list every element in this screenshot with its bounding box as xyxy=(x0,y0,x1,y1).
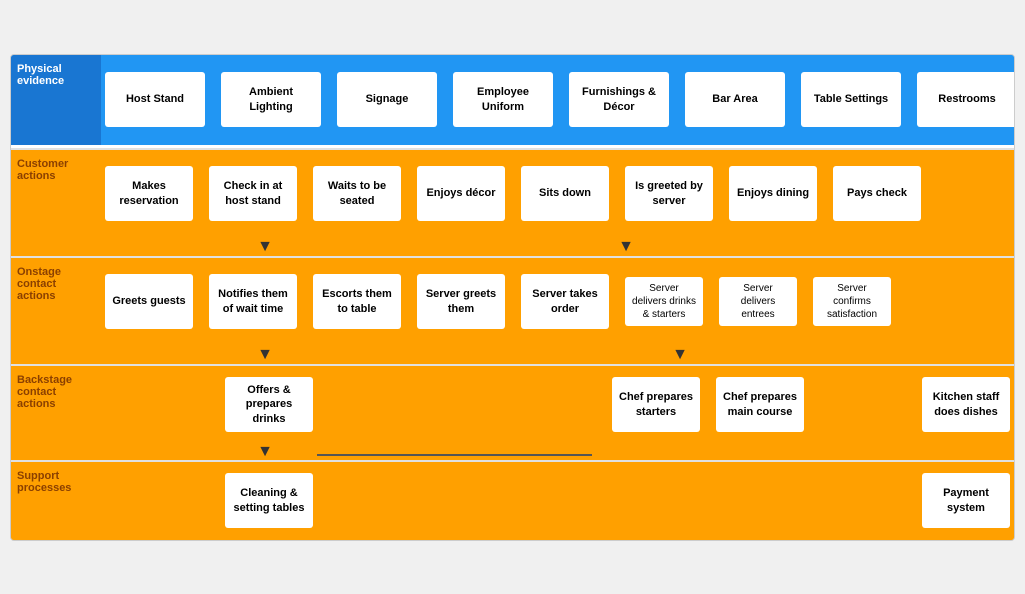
card-greeted-server: Is greeted by server xyxy=(625,166,713,221)
service-blueprint-diagram: Physical evidence Host Stand Ambient Lig… xyxy=(10,54,1015,541)
backstage-content: Offers & prepares drinks Chef prepares s… xyxy=(101,366,1014,444)
support-content: Cleaning & setting tables Payment system xyxy=(101,462,1014,540)
card-chef-main: Chef prepares main course xyxy=(716,377,804,432)
card-payment-system: Payment system xyxy=(922,473,1010,528)
down-arrow-notifies: ▼ xyxy=(257,347,273,363)
customer-actions-row: Customer actions Makes reservation Check… xyxy=(11,148,1014,238)
card-enjoys-decor: Enjoys décor xyxy=(417,166,505,221)
down-arrow-drinks: ▼ xyxy=(257,444,273,460)
arrow-row-1: ▼ ▼ xyxy=(11,238,1014,256)
card-enjoys-dining: Enjoys dining xyxy=(729,166,817,221)
card-table-settings: Table Settings xyxy=(801,72,901,127)
down-arrow-order: ▼ xyxy=(672,347,688,363)
customer-actions-label: Customer actions xyxy=(11,150,101,238)
card-waits-seated: Waits to be seated xyxy=(313,166,401,221)
onstage-content: Greets guests Notifies them of wait time… xyxy=(101,258,1014,346)
onstage-row: Onstage contact actions Greets guests No… xyxy=(11,256,1014,346)
card-server-greets: Server greets them xyxy=(417,274,505,329)
card-escorts-table: Escorts them to table xyxy=(313,274,401,329)
backstage-row: Backstage contact actions Offers & prepa… xyxy=(11,364,1014,444)
physical-evidence-content: Host Stand Ambient Lighting Signage Empl… xyxy=(101,55,1015,145)
support-row: Support processes Cleaning & setting tab… xyxy=(11,460,1014,540)
card-makes-reservation: Makes reservation xyxy=(105,166,193,221)
card-signage: Signage xyxy=(337,72,437,127)
arrow-row-2: ▼ ▼ xyxy=(11,346,1014,364)
card-restrooms: Restrooms xyxy=(917,72,1015,127)
h-connector-line xyxy=(317,454,592,456)
card-notifies-wait: Notifies them of wait time xyxy=(209,274,297,329)
down-arrow-checkin: ▼ xyxy=(257,239,273,255)
card-bar-area: Bar Area xyxy=(685,72,785,127)
card-pays-check: Pays check xyxy=(833,166,921,221)
card-cleaning-tables: Cleaning & setting tables xyxy=(225,473,313,528)
support-label: Support processes xyxy=(11,462,101,540)
down-arrow-sitsdown: ▼ xyxy=(618,239,634,255)
card-sits-down: Sits down xyxy=(521,166,609,221)
customer-actions-content: Makes reservation Check in at host stand… xyxy=(101,150,1014,238)
card-delivers-entrees: Server delivers entrees xyxy=(719,277,797,326)
onstage-label: Onstage contact actions xyxy=(11,258,101,346)
card-host-stand: Host Stand xyxy=(105,72,205,127)
card-greets-guests: Greets guests xyxy=(105,274,193,329)
arrow-row-3: ▼ xyxy=(11,444,1014,460)
card-server-takes-order: Server takes order xyxy=(521,274,609,329)
card-employee-uniform: Employee Uniform xyxy=(453,72,553,127)
card-ambient-lighting: Ambient Lighting xyxy=(221,72,321,127)
card-confirms-satisfaction: Server confirms satisfaction xyxy=(813,277,891,326)
card-chef-starters: Chef prepares starters xyxy=(612,377,700,432)
physical-evidence-row: Physical evidence Host Stand Ambient Lig… xyxy=(11,55,1014,145)
card-offers-drinks: Offers & prepares drinks xyxy=(225,377,313,432)
card-delivers-drinks-starters: Server delivers drinks & starters xyxy=(625,277,703,326)
backstage-label: Backstage contact actions xyxy=(11,366,101,444)
card-furnishings-decor: Furnishings & Décor xyxy=(569,72,669,127)
card-check-in: Check in at host stand xyxy=(209,166,297,221)
card-kitchen-dishes: Kitchen staff does dishes xyxy=(922,377,1010,432)
physical-evidence-label: Physical evidence xyxy=(11,55,101,145)
